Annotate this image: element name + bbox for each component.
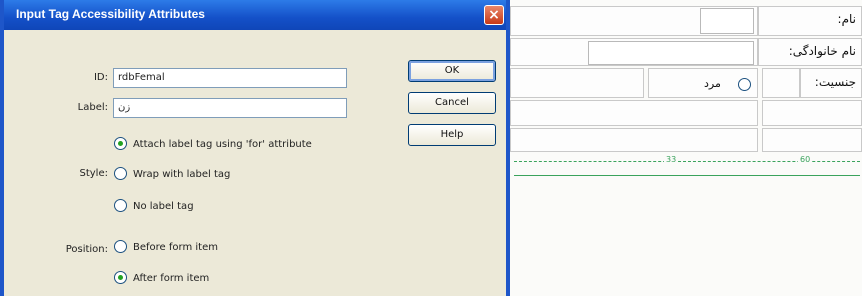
- table-cell: [762, 100, 862, 126]
- table-cell: [510, 68, 644, 98]
- table-cell: [510, 128, 758, 152]
- style-no-label-label[interactable]: No label tag: [133, 201, 194, 212]
- label-label: Label:: [77, 102, 108, 113]
- position-label: Position:: [65, 244, 108, 255]
- id-input[interactable]: rdbFemal: [113, 68, 347, 88]
- accessibility-dialog: Input Tag Accessibility Attributes × ID:…: [0, 0, 510, 296]
- table-cell: [762, 128, 862, 152]
- id-label: ID:: [93, 72, 108, 83]
- table-cell: [762, 68, 800, 98]
- label-input[interactable]: زن: [113, 98, 347, 118]
- design-view: نام: نام خانوادگی: مرد جنسیت: 33 60: [510, 0, 862, 296]
- name-field[interactable]: [700, 8, 754, 34]
- dialog-title: Input Tag Accessibility Attributes: [16, 7, 205, 21]
- family-field[interactable]: [588, 41, 754, 65]
- dialog-titlebar[interactable]: Input Tag Accessibility Attributes ×: [4, 0, 506, 30]
- style-wrap-label[interactable]: Wrap with label tag: [133, 169, 230, 180]
- style-attach-for-label[interactable]: Attach label tag using 'for' attribute: [133, 139, 312, 150]
- help-button[interactable]: Help: [408, 124, 496, 146]
- position-before-radio[interactable]: [114, 240, 127, 253]
- name-label: نام:: [837, 12, 856, 26]
- style-attach-for-radio[interactable]: [114, 137, 127, 150]
- style-no-label-radio[interactable]: [114, 199, 127, 212]
- ruler-left-label: 33: [664, 155, 679, 164]
- close-icon[interactable]: ×: [484, 5, 504, 25]
- male-label: مرد: [704, 77, 721, 90]
- male-radio[interactable]: [738, 78, 751, 91]
- position-after-label[interactable]: After form item: [133, 273, 209, 284]
- table-cell: [510, 100, 758, 126]
- gender-label: جنسیت:: [814, 75, 856, 89]
- table-width-guide-solid: [514, 175, 860, 176]
- cancel-button[interactable]: Cancel: [408, 92, 496, 114]
- style-wrap-radio[interactable]: [114, 167, 127, 180]
- ok-button[interactable]: OK: [408, 60, 496, 82]
- position-before-label[interactable]: Before form item: [133, 242, 218, 253]
- ruler-right-label: 60: [798, 155, 813, 164]
- family-label: نام خانوادگی:: [788, 44, 856, 58]
- style-label: Style:: [79, 168, 109, 179]
- position-after-radio[interactable]: [114, 271, 127, 284]
